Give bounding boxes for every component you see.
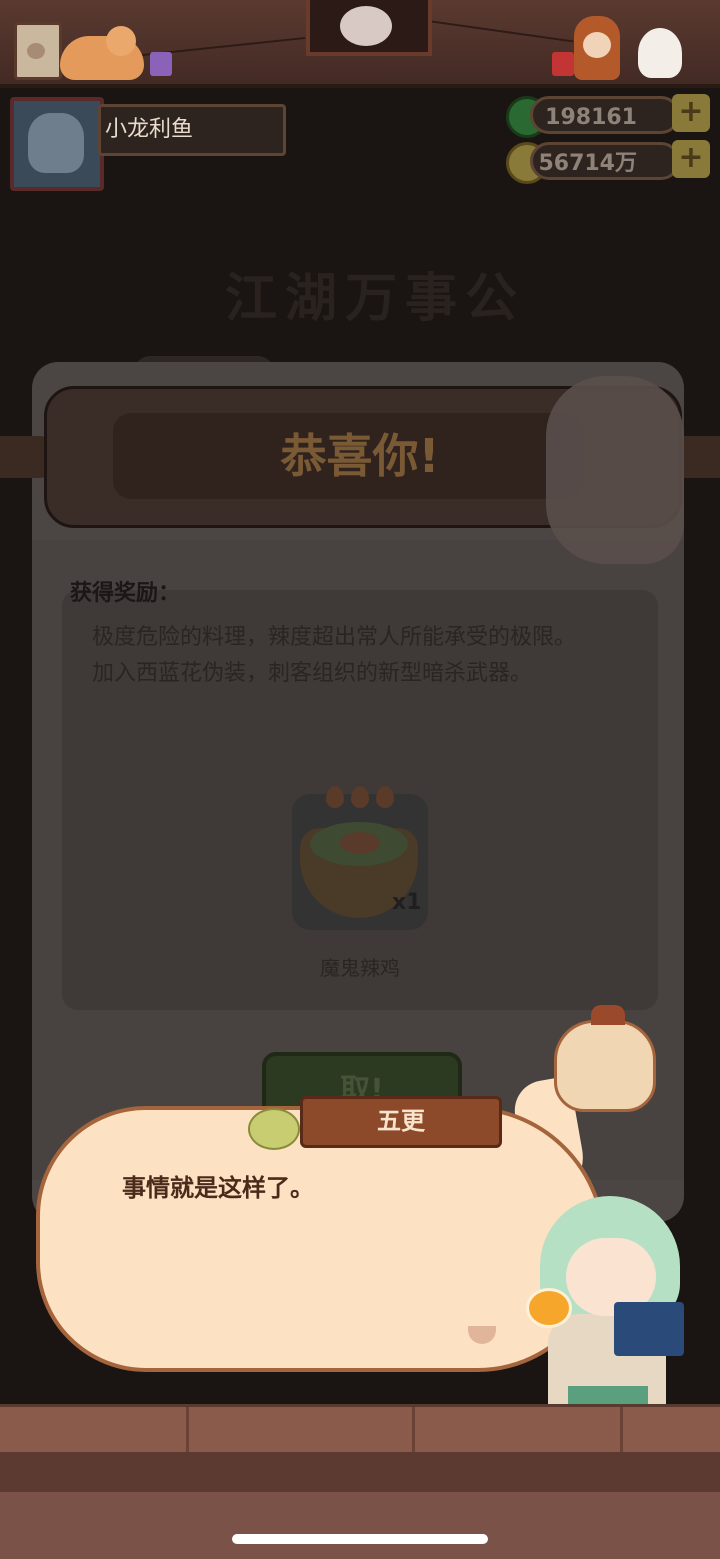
- jade-counter: 198161: [530, 96, 680, 134]
- red-cup-decor: [552, 52, 574, 76]
- chili-icon: [351, 786, 369, 808]
- egg-icon: [526, 1288, 572, 1328]
- add-jade-button[interactable]: +: [672, 94, 710, 132]
- book-icon: [614, 1302, 684, 1356]
- item-name: 魔鬼辣鸡: [320, 956, 400, 980]
- portrait-frame[interactable]: [306, 0, 432, 56]
- reward-label: 获得奖励：: [70, 581, 181, 606]
- description-line: 极度危险的料理，辣度超出常人所能承受的极限。: [92, 625, 577, 650]
- cat-mascot-decor: [546, 376, 684, 564]
- floor-shadow: [0, 1452, 720, 1492]
- floor-base: [0, 1492, 720, 1559]
- leaf-icon: [248, 1108, 300, 1150]
- chili-icon: [326, 786, 344, 808]
- background-title: 江湖万事公: [224, 269, 525, 329]
- speaker-name-plate: 五更: [300, 1096, 502, 1148]
- girl-figure-decor: [574, 16, 620, 80]
- white-cat-decor: [638, 28, 682, 78]
- coin-counter: 56714万: [530, 142, 680, 180]
- dialog-text: 事情就是这样了。: [122, 1174, 314, 1202]
- purple-cup-decor: [150, 52, 172, 76]
- chili-icon: [376, 786, 394, 808]
- description-line: 加入西蓝花伪装，刺客组织的新型暗杀武器。: [92, 661, 533, 686]
- scroll-rod-left: [0, 436, 50, 478]
- home-indicator[interactable]: [232, 1534, 488, 1544]
- reward-description: 极度危险的料理，辣度超出常人所能承受的极限。 加入西蓝花伪装，刺客组织的新型暗杀…: [92, 620, 652, 692]
- item-quantity: x1: [392, 890, 422, 915]
- player-avatar[interactable]: [10, 97, 104, 191]
- notice-board-icon[interactable]: [14, 22, 62, 80]
- wooden-floor: [0, 1404, 720, 1453]
- top-decor-bar: [0, 0, 720, 88]
- player-name: 小龙利鱼: [98, 104, 286, 156]
- orange-cat-decor: [60, 26, 144, 80]
- character-portrait: [522, 1196, 692, 1428]
- decor-rope: [424, 19, 574, 43]
- add-coin-button[interactable]: +: [672, 140, 710, 178]
- teapot-icon: [554, 1005, 656, 1112]
